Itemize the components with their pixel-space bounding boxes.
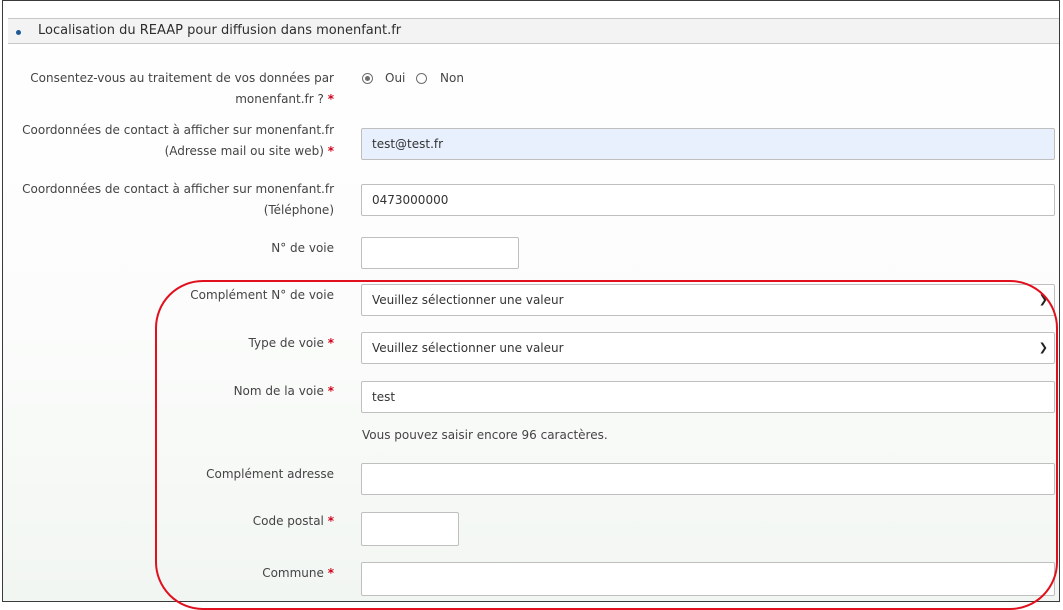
street-type-value: Veuillez sélectionner une valeur — [372, 341, 564, 355]
street-number-complement-value: Veuillez sélectionner une valeur — [372, 293, 564, 307]
contact-email-input[interactable] — [361, 128, 1055, 160]
consent-label: Consentez-vous au traitement de vos donn… — [30, 68, 334, 110]
street-number-complement-select[interactable]: Veuillez sélectionner une valeur ❯ — [361, 284, 1055, 316]
street-number-label: N° de voie — [271, 241, 334, 255]
address-complement-input[interactable] — [361, 463, 1055, 495]
consent-option-non-label[interactable]: Non — [440, 71, 464, 85]
street-type-select[interactable]: Veuillez sélectionner une valeur ❯ — [361, 332, 1055, 364]
contact-phone-label-line2: (Téléphone) — [263, 203, 334, 217]
consent-radio-non[interactable] — [416, 73, 427, 84]
section-header: Localisation du REAAP pour diffusion dan… — [8, 18, 1059, 44]
character-count-hint: Vous pouvez saisir encore 96 caractères. — [362, 428, 608, 442]
contact-email-label: Coordonnées de contact à afficher sur mo… — [22, 120, 334, 162]
required-marker: * — [327, 514, 334, 528]
contact-email-label-line2: (Adresse mail ou site web) — [164, 144, 324, 158]
required-marker: * — [327, 566, 334, 580]
contact-phone-label-line1: Coordonnées de contact à afficher sur mo… — [22, 182, 334, 196]
postal-code-label-text: Code postal — [252, 514, 324, 528]
postal-code-label: Code postal * — [253, 511, 334, 532]
consent-label-line1: Consentez-vous au traitement de vos donn… — [30, 71, 334, 85]
street-type-label-text: Type de voie — [248, 336, 324, 350]
chevron-down-icon: ❯ — [1038, 293, 1048, 306]
postal-code-input[interactable] — [361, 512, 459, 546]
consent-option-oui-label[interactable]: Oui — [385, 71, 405, 85]
street-number-complement-label: Complément N° de voie — [190, 288, 334, 302]
required-marker: * — [327, 384, 334, 398]
street-number-input[interactable] — [361, 237, 519, 269]
bullet-icon — [16, 30, 21, 35]
contact-phone-label: Coordonnées de contact à afficher sur mo… — [22, 179, 334, 221]
street-type-label: Type de voie * — [249, 333, 334, 354]
street-name-label: Nom de la voie * — [234, 381, 334, 402]
chevron-down-icon: ❯ — [1038, 341, 1048, 354]
consent-label-line2: monenfant.fr ? — [235, 92, 324, 106]
city-label-text: Commune — [262, 566, 324, 580]
required-marker: * — [327, 144, 334, 158]
contact-phone-input[interactable] — [361, 184, 1055, 216]
required-marker: * — [327, 336, 334, 350]
city-input[interactable] — [361, 562, 1055, 596]
street-name-input[interactable] — [361, 381, 1055, 413]
address-complement-label: Complément adresse — [206, 467, 334, 481]
section-title: Localisation du REAAP pour diffusion dan… — [38, 23, 402, 38]
consent-radio-oui[interactable] — [362, 73, 373, 84]
city-label: Commune * — [262, 563, 334, 584]
contact-email-label-line1: Coordonnées de contact à afficher sur mo… — [22, 123, 334, 137]
street-name-label-text: Nom de la voie — [233, 384, 324, 398]
required-marker: * — [327, 92, 334, 106]
